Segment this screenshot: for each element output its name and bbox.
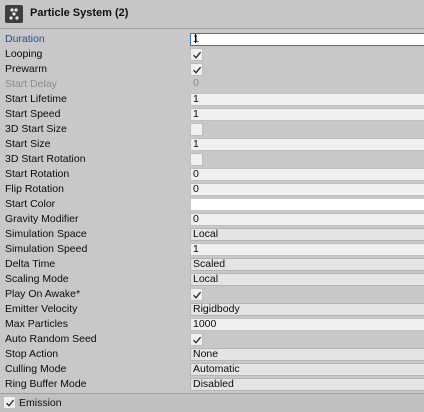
row-looping: Looping [0,47,424,62]
start-rotation-label: Start Rotation [5,168,70,180]
play-on-awake-label: Play On Awake* [5,288,81,300]
start-speed-field[interactable]: 1 [190,108,424,121]
start-color-swatch[interactable] [190,198,424,211]
culling-mode-label: Culling Mode [5,363,67,375]
emission-module-header[interactable]: Emission [0,393,424,412]
start-rotation-field[interactable]: 0 [190,168,424,181]
row-ring-buffer-mode: Ring Buffer Mode Disabled [0,377,424,392]
row-duration: Duration 1 [0,32,424,47]
3d-start-size-checkbox[interactable] [190,123,203,136]
3d-start-rotation-checkbox[interactable] [190,153,203,166]
row-3d-start-size: 3D Start Size [0,122,424,137]
checkmark-icon [193,291,202,299]
ring-buffer-mode-label: Ring Buffer Mode [5,378,87,390]
ring-buffer-mode-dropdown[interactable]: Disabled [190,378,424,391]
inspector-header: Particle System (2) [0,0,424,29]
row-3d-start-rotation: 3D Start Rotation [0,152,424,167]
checkmark-icon [193,336,202,344]
delta-time-label: Delta Time [5,258,56,270]
row-max-particles: Max Particles 1000 [0,317,424,332]
row-emitter-velocity: Emitter Velocity Rigidbody [0,302,424,317]
stop-action-label: Stop Action [5,348,59,360]
auto-random-seed-checkbox[interactable] [190,333,203,346]
simulation-space-label: Simulation Space [5,228,87,240]
start-color-label: Start Color [5,198,56,210]
checkmark-icon [6,399,15,407]
emitter-velocity-label: Emitter Velocity [5,303,78,315]
row-play-on-awake: Play On Awake* [0,287,424,302]
row-flip-rotation: Flip Rotation 0 [0,182,424,197]
row-simulation-space: Simulation Space Local [0,227,424,242]
start-delay-label: Start Delay [5,78,57,90]
prewarm-checkbox[interactable] [190,63,203,76]
emission-label: Emission [19,397,62,409]
start-lifetime-label: Start Lifetime [5,93,67,105]
row-stop-action: Stop Action None [0,347,424,362]
simulation-speed-label: Simulation Speed [5,243,88,255]
start-speed-label: Start Speed [5,108,61,120]
duration-label: Duration [5,33,45,45]
gravity-modifier-field[interactable]: 0 [190,213,424,226]
delta-time-dropdown[interactable]: Scaled [190,258,424,271]
flip-rotation-label: Flip Rotation [5,183,64,195]
flip-rotation-field[interactable]: 0 [190,183,424,196]
row-start-color: Start Color [0,197,424,212]
row-start-rotation: Start Rotation 0 [0,167,424,182]
start-size-label: Start Size [5,138,51,150]
row-scaling-mode: Scaling Mode Local [0,272,424,287]
emission-checkbox[interactable] [3,396,16,409]
start-size-field[interactable]: 1 [190,138,424,151]
emitter-velocity-dropdown[interactable]: Rigidbody [190,303,424,316]
prewarm-label: Prewarm [5,63,48,75]
row-culling-mode: Culling Mode Automatic [0,362,424,377]
text-caret [195,34,196,43]
max-particles-field[interactable]: 1000 [190,318,424,331]
simulation-speed-field[interactable]: 1 [190,243,424,256]
row-delta-time: Delta Time Scaled [0,257,424,272]
simulation-space-dropdown[interactable]: Local [190,228,424,241]
scaling-mode-dropdown[interactable]: Local [190,273,424,286]
culling-mode-dropdown[interactable]: Automatic [190,363,424,376]
checkmark-icon [193,51,202,59]
row-gravity-modifier: Gravity Modifier 0 [0,212,424,227]
component-title: Particle System (2) [30,7,129,19]
row-start-speed: Start Speed 1 [0,107,424,122]
play-on-awake-checkbox[interactable] [190,288,203,301]
max-particles-label: Max Particles [5,318,69,330]
row-start-delay: Start Delay 0 [0,77,424,92]
start-delay-field: 0 [193,78,199,89]
looping-label: Looping [5,48,43,60]
3d-start-size-label: 3D Start Size [5,123,67,135]
row-auto-random-seed: Auto Random Seed [0,332,424,347]
gravity-modifier-label: Gravity Modifier [5,213,79,225]
stop-action-dropdown[interactable]: None [190,348,424,361]
3d-start-rotation-label: 3D Start Rotation [5,153,86,165]
row-start-lifetime: Start Lifetime 1 [0,92,424,107]
auto-random-seed-label: Auto Random Seed [5,333,97,345]
row-prewarm: Prewarm [0,62,424,77]
row-start-size: Start Size 1 [0,137,424,152]
scaling-mode-label: Scaling Mode [5,273,69,285]
checkmark-icon [193,66,202,74]
looping-checkbox[interactable] [190,48,203,61]
particle-system-icon [5,5,23,23]
duration-field[interactable]: 1 [190,33,424,46]
row-simulation-speed: Simulation Speed 1 [0,242,424,257]
start-lifetime-field[interactable]: 1 [190,93,424,106]
